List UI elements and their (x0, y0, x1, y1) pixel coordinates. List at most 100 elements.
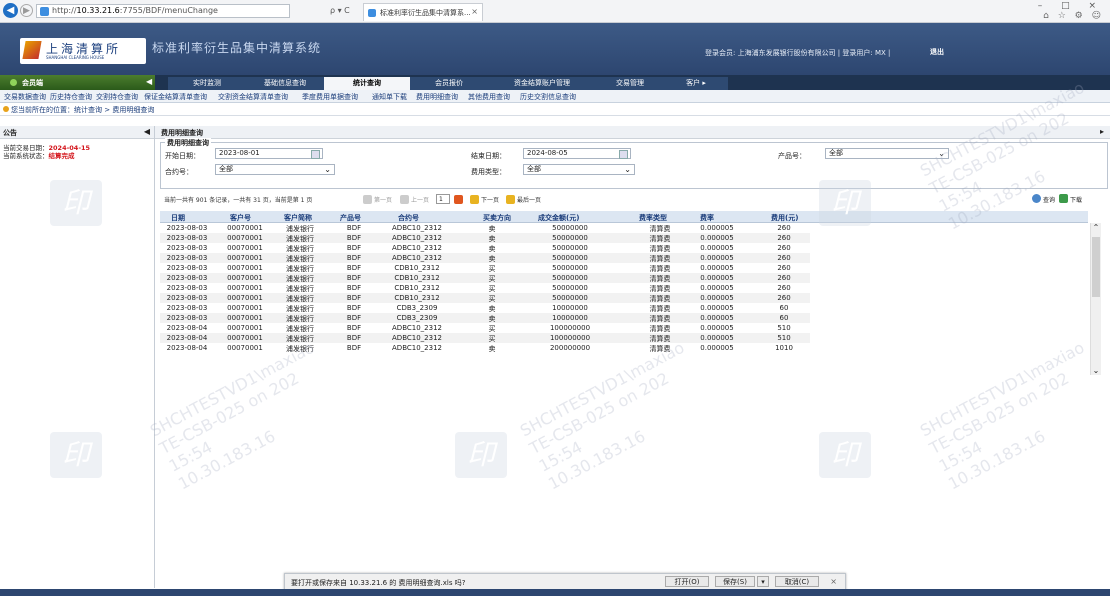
calendar-icon[interactable] (619, 150, 628, 159)
cell-client-id: 00070001 (227, 244, 263, 252)
download-message: 要打开或保存来自 10.33.21.6 的 费用明细查询.xls 吗? (291, 579, 466, 587)
logout-link[interactable]: 退出 (930, 47, 944, 57)
cell-client-id: 00070001 (227, 274, 263, 282)
download-button[interactable]: 下载 (1070, 195, 1082, 204)
search-icon[interactable] (1032, 194, 1041, 203)
tab-statistics-query[interactable]: 统计查询 (324, 77, 410, 90)
collapse-left-icon[interactable]: ◀ (144, 127, 150, 136)
table-row[interactable]: 2023-08-03 00070001 浦发银行 BDF CDB10_2312 买 5000… (160, 273, 810, 283)
save-button[interactable]: 保存(S) (715, 576, 755, 587)
col-rate: 费率 (700, 214, 714, 222)
cancel-button[interactable]: 取消(C) (775, 576, 819, 587)
table-row[interactable]: 2023-08-04 00070001 浦发银行 BDF ADBC10_2312 卖 200… (160, 343, 810, 353)
first-page-button[interactable]: 第一页 (374, 195, 392, 204)
end-date-input[interactable]: 2024-08-05 (523, 148, 631, 159)
product-select[interactable]: 全部 ⌄ (825, 148, 949, 159)
cell-date: 2023-08-04 (166, 344, 208, 352)
subnav-delivery-position[interactable]: 交割持仓查询 (96, 92, 138, 102)
expand-icon[interactable]: ▸ (1100, 127, 1104, 136)
table-row[interactable]: 2023-08-03 00070001 浦发银行 BDF ADBC10_2312 卖 500… (160, 243, 810, 253)
contract-label: 合约号： (165, 168, 193, 176)
close-icon[interactable]: × (830, 577, 837, 586)
table-row[interactable]: 2023-08-03 00070001 浦发银行 BDF ADBC10_2312 卖 500… (160, 253, 810, 263)
open-button[interactable]: 打开(O) (665, 576, 709, 587)
tab-client[interactable]: 客户 ▸ (664, 77, 728, 90)
tab-basic-info-query[interactable]: 基础信息查询 (246, 77, 324, 90)
content-header: 费用明细查询 ▸ (155, 126, 1110, 139)
table-row[interactable]: 2023-08-03 00070001 浦发银行 BDF CDB3_2309 卖 10000… (160, 313, 810, 323)
page-number-input[interactable]: 1 (436, 194, 450, 204)
table-header: 日期 客户号 客户简称 产品号 合约号 买卖方向 成交金额(元) 费率类型 费率… (160, 211, 1088, 223)
subnav-quarterly-fee[interactable]: 季度费用单据查询 (302, 92, 358, 102)
cell-amount: 50000000 (552, 264, 588, 272)
cell-fee: 260 (777, 294, 791, 302)
cell-date: 2023-08-03 (166, 224, 208, 232)
next-page-button[interactable]: 下一页 (481, 195, 499, 204)
table-row[interactable]: 2023-08-03 00070001 浦发银行 BDF CDB10_2312 买 5000… (160, 283, 810, 293)
save-options-dropdown[interactable]: ▾ (757, 576, 769, 587)
system-title: 标准利率衍生品集中清算系统 (152, 41, 322, 55)
cell-product: BDF (346, 314, 362, 322)
forward-arrow-icon[interactable]: ▶ (20, 4, 33, 17)
start-date-value: 2023-08-01 (219, 149, 260, 157)
cell-rate: 0.000005 (700, 274, 734, 282)
tab-close-icon[interactable]: × (471, 7, 478, 16)
subnav-history-delivery[interactable]: 历史交割信息查询 (520, 92, 576, 102)
browser-tab[interactable]: 标准利率衍生品集中清算系... × (363, 3, 483, 21)
window-controls[interactable]: – □ × (1038, 1, 1104, 11)
address-bar[interactable]: http://10.33.21.6:7755/BDF/menuChange (36, 4, 290, 18)
table-row[interactable]: 2023-08-03 00070001 浦发银行 BDF CDB10_2312 买 5000… (160, 263, 810, 273)
table-row[interactable]: 2023-08-04 00070001 浦发银行 BDF ADBC10_2312 买 100… (160, 323, 810, 333)
table-row[interactable]: 2023-08-03 00070001 浦发银行 BDF CDB3_2309 卖 10000… (160, 303, 810, 313)
scroll-down-icon[interactable]: ⌄ (1091, 366, 1101, 375)
cell-product: BDF (346, 344, 362, 352)
scroll-up-icon[interactable]: ⌃ (1091, 223, 1101, 232)
browser-toolbar-icons[interactable]: ⌂ ☆ ⚙ ☺ (1043, 11, 1104, 21)
subnav-history-position[interactable]: 历史持仓查询 (50, 92, 92, 102)
query-button[interactable]: 查询 (1043, 195, 1055, 204)
fee-type-label: 费用类型： (471, 168, 506, 176)
collapse-icon[interactable]: ◀ (146, 77, 152, 86)
tab-settlement-account[interactable]: 资金结算账户管理 (488, 77, 596, 90)
contract-select[interactable]: 全部 ⌄ (215, 164, 335, 175)
tab-title: 标准利率衍生品集中清算系... (380, 9, 471, 17)
back-arrow-icon[interactable]: ◀ (3, 3, 18, 18)
tab-realtime-monitor[interactable]: 实时监测 (168, 77, 246, 90)
tab-member-quote[interactable]: 会员报价 (410, 77, 488, 90)
subnav-other-fee[interactable]: 其他费用查询 (468, 92, 510, 102)
download-icon[interactable] (1059, 194, 1068, 203)
table-row[interactable]: 2023-08-03 00070001 浦发银行 BDF CDB10_2312 买 5000… (160, 293, 810, 303)
table-row[interactable]: 2023-08-03 00070001 浦发银行 BDF ADBC10_2312 卖 500… (160, 233, 810, 243)
calendar-icon[interactable] (311, 150, 320, 159)
go-page-icon[interactable] (454, 195, 463, 204)
table-row[interactable]: 2023-08-04 00070001 浦发银行 BDF ADBC10_2312 买 100… (160, 333, 810, 343)
search-refresh-buttons[interactable]: ρ ▾ C (330, 6, 350, 15)
table-row[interactable]: 2023-08-03 00070001 浦发银行 BDF ADBC10_2312 卖 500… (160, 223, 810, 233)
tab-trade-management[interactable]: 交易管理 (596, 77, 664, 90)
cell-amount: 100000000 (549, 334, 591, 342)
cell-product: BDF (346, 254, 362, 262)
query-form-legend: 费用明细查询 (165, 138, 211, 148)
col-client-id: 客户号 (230, 214, 251, 222)
col-date: 日期 (171, 214, 185, 222)
table-scrollbar[interactable]: ⌃ ⌄ (1090, 223, 1101, 375)
subnav-delivery-fund-settlement[interactable]: 交割资金结算清单查询 (218, 92, 288, 102)
last-page-button[interactable]: 最后一页 (517, 195, 541, 204)
subnav-notice-download[interactable]: 通知单下载 (372, 92, 407, 102)
member-panel-tab[interactable]: 会员端 ◀ (0, 75, 155, 90)
subnav-trade-data-query[interactable]: 交易数据查询 (4, 92, 46, 102)
cell-product: BDF (346, 324, 362, 332)
cell-amount: 50000000 (552, 224, 588, 232)
prev-page-button[interactable]: 上一页 (411, 195, 429, 204)
chevron-down-icon: ⌄ (324, 165, 331, 174)
fee-type-select[interactable]: 全部 ⌄ (523, 164, 635, 175)
main-nav: 会员端 ◀ 实时监测 基础信息查询 统计查询 会员报价 资金结算账户管理 交易管… (0, 75, 1110, 90)
start-date-input[interactable]: 2023-08-01 (215, 148, 323, 159)
cell-rate: 0.000005 (700, 244, 734, 252)
member-icon (10, 79, 17, 86)
system-status-value: 结算完成 (48, 152, 75, 160)
chevron-down-icon: ⌄ (938, 149, 945, 158)
subnav-fee-detail[interactable]: 费用明细查询 (416, 92, 458, 102)
subnav-margin-settlement[interactable]: 保证金结算清单查询 (144, 92, 207, 102)
scroll-thumb[interactable] (1092, 237, 1100, 297)
